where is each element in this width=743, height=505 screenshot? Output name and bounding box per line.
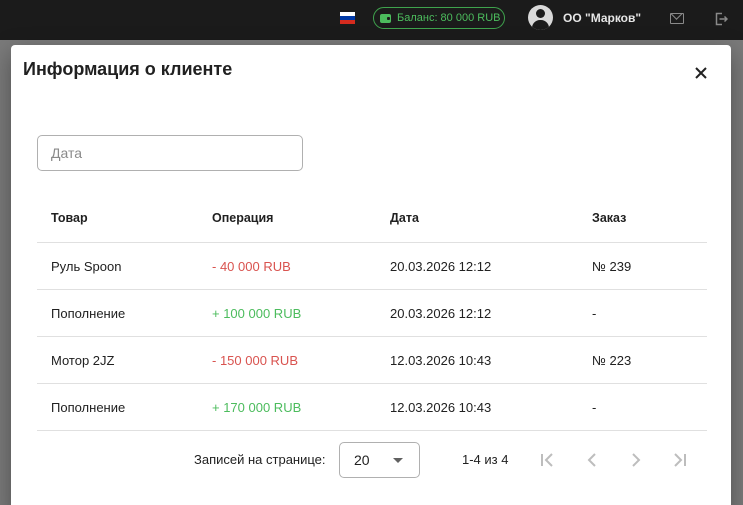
balance-text: Баланс: 80 000 RUB [397, 12, 501, 24]
wallet-icon [380, 13, 391, 23]
previous-page-button[interactable] [580, 448, 604, 472]
rows-per-page-value: 20 [354, 452, 370, 468]
cell-product: Мотор 2JZ [51, 352, 115, 368]
cell-product: Пополнение [51, 399, 126, 415]
table-row[interactable]: Пополнение + 170 000 RUB 12.03.2026 10:4… [37, 384, 707, 431]
cell-date: 20.03.2026 12:12 [390, 305, 492, 321]
balance-badge[interactable]: Баланс: 80 000 RUB [373, 7, 505, 29]
cell-date: 20.03.2026 12:12 [390, 258, 492, 274]
cell-date: 12.03.2026 10:43 [390, 352, 492, 368]
cell-product: Руль Spoon [51, 258, 122, 274]
rows-per-page-label: Записей на странице: [194, 452, 326, 467]
cell-operation: - 150 000 RUB [212, 352, 298, 368]
cell-order: № 239 [592, 258, 632, 274]
cell-operation: + 100 000 RUB [212, 305, 302, 321]
client-info-dialog: Информация о клиенте Товар Операция Дата… [11, 45, 731, 505]
first-page-button[interactable] [535, 448, 559, 472]
cell-order: - [592, 399, 597, 415]
last-page-button[interactable] [668, 448, 692, 472]
prev-page-icon [587, 453, 596, 467]
top-bar: Баланс: 80 000 RUB ОО "Марков" [0, 0, 743, 40]
dialog-title: Информация о клиенте [23, 59, 233, 79]
table-row[interactable]: Мотор 2JZ - 150 000 RUB 12.03.2026 10:43… [37, 337, 707, 384]
language-flag-icon[interactable] [340, 12, 355, 24]
page-range: 1-4 из 4 [462, 452, 509, 467]
pagination: Записей на странице: 20 1-4 из 4 [11, 440, 731, 480]
table-header: Товар Операция Дата Заказ [37, 193, 707, 243]
user-avatar-icon [528, 5, 553, 30]
logout-icon[interactable] [714, 12, 729, 26]
next-page-icon [632, 453, 641, 467]
column-header-operation[interactable]: Операция [212, 193, 273, 242]
column-header-date[interactable]: Дата [390, 193, 419, 242]
first-page-icon [541, 453, 553, 467]
cell-operation: + 170 000 RUB [212, 399, 302, 415]
cell-product: Пополнение [51, 305, 126, 321]
last-page-icon [674, 453, 686, 467]
cell-order: № 223 [592, 352, 632, 368]
cell-operation: - 40 000 RUB [212, 258, 291, 274]
date-filter-input[interactable] [37, 135, 303, 171]
chevron-down-icon [393, 458, 403, 463]
mail-icon[interactable] [670, 13, 684, 24]
cell-date: 12.03.2026 10:43 [390, 399, 492, 415]
column-header-order[interactable]: Заказ [592, 193, 626, 242]
rows-per-page-select[interactable]: 20 [339, 442, 420, 478]
close-button[interactable] [692, 64, 710, 82]
table-row[interactable]: Пополнение + 100 000 RUB 20.03.2026 12:1… [37, 290, 707, 337]
cell-order: - [592, 305, 597, 321]
transactions-table: Товар Операция Дата Заказ Руль Spoon - 4… [37, 193, 707, 431]
close-icon [695, 67, 707, 79]
next-page-button[interactable] [624, 448, 648, 472]
account-name: ОО "Марков" [563, 10, 642, 25]
account-menu[interactable]: ОО "Марков" [528, 5, 641, 30]
table-row[interactable]: Руль Spoon - 40 000 RUB 20.03.2026 12:12… [37, 243, 707, 290]
column-header-product[interactable]: Товар [51, 193, 88, 242]
